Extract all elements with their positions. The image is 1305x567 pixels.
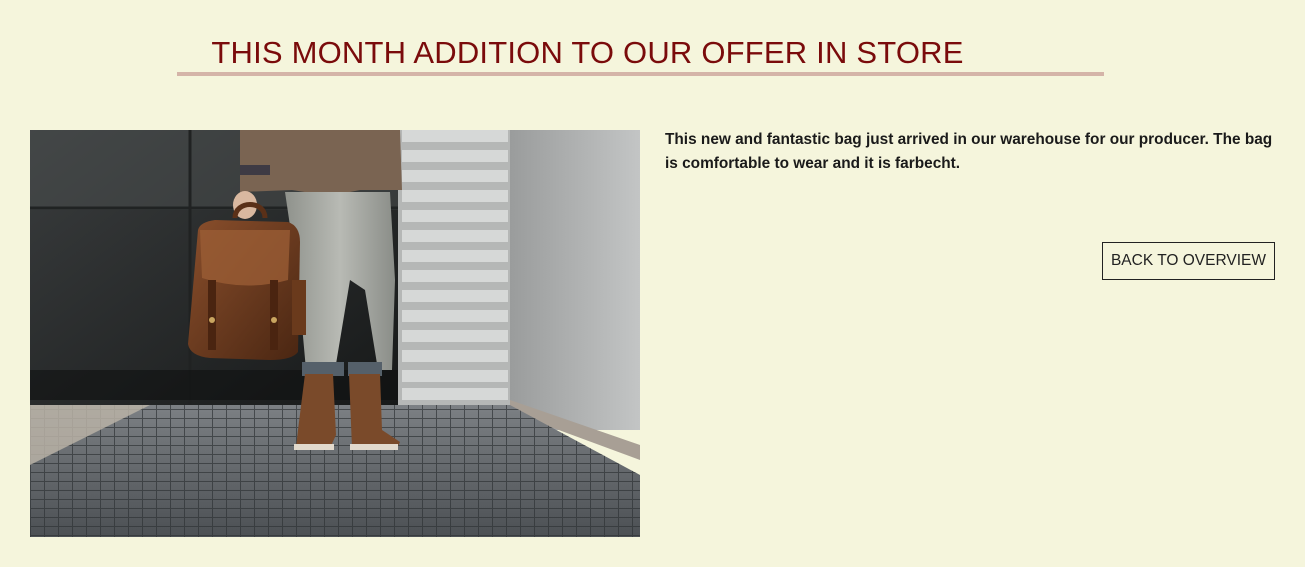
product-description: This new and fantastic bag just arrived … <box>665 131 1273 172</box>
title-underline <box>177 72 1104 76</box>
page-title: THIS MONTH ADDITION TO OUR OFFER IN STOR… <box>211 35 964 70</box>
page-header: THIS MONTH ADDITION TO OUR OFFER IN STOR… <box>177 30 1104 78</box>
product-photo <box>30 130 640 537</box>
back-to-overview-button[interactable]: BACK TO OVERVIEW <box>1102 242 1275 280</box>
